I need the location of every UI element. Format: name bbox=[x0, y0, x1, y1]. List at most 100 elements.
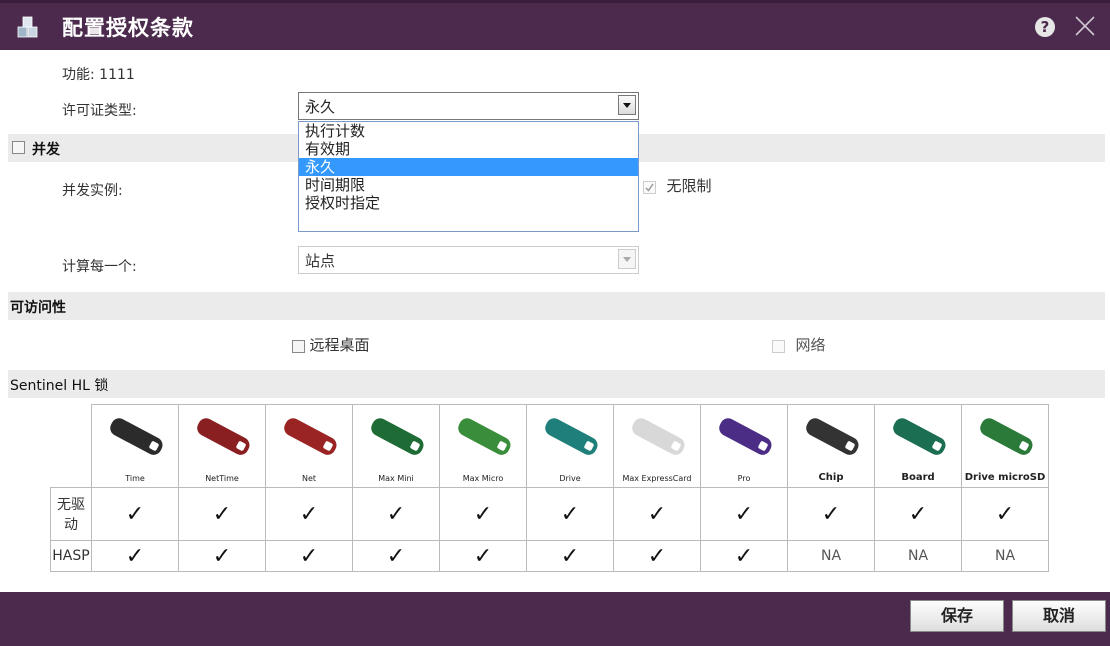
accessibility-section-title: 可访问性 bbox=[10, 300, 66, 316]
key-cell: Max Mini bbox=[352, 404, 440, 488]
network-option[interactable]: 网络 bbox=[772, 334, 825, 355]
check-mark-icon: ✓ bbox=[700, 540, 788, 572]
key-cell: Chip bbox=[787, 404, 875, 488]
dropdown-option[interactable]: 授权时指定 bbox=[299, 194, 638, 212]
key-cell: Net bbox=[265, 404, 353, 488]
key-name: Max ExpressCard bbox=[622, 474, 692, 483]
dropdown-option[interactable]: 执行计数 bbox=[299, 122, 638, 140]
check-mark-icon: ✓ bbox=[700, 487, 788, 541]
dropdown-option[interactable]: 时间期限 bbox=[299, 176, 638, 194]
unlimited-option[interactable]: 无限制 bbox=[643, 175, 711, 196]
network-label: 网络 bbox=[795, 336, 826, 354]
chevron-down-icon[interactable] bbox=[618, 95, 636, 115]
dialog-title: 配置授权条款 bbox=[62, 16, 194, 40]
key-name: Pro bbox=[737, 474, 751, 483]
key-name: Max Mini bbox=[378, 474, 414, 483]
check-mark-icon: ✓ bbox=[178, 540, 266, 572]
na-cell: NA bbox=[787, 540, 875, 572]
check-mark-icon: ✓ bbox=[439, 487, 527, 541]
corner-cell bbox=[51, 405, 92, 488]
usb-key-icon bbox=[545, 418, 598, 455]
key-image: Chip bbox=[788, 405, 874, 487]
check-mark-icon: ✓ bbox=[265, 487, 353, 541]
usb-key-icon bbox=[719, 418, 772, 455]
key-image: Pro bbox=[701, 405, 787, 487]
sentinel-keys-table: Time NetTime Net Max Mini Max Micro Drive Max … bbox=[50, 404, 1049, 572]
table-row: HASP ✓ ✓ ✓ ✓ ✓ ✓ ✓ ✓ NA NA NA bbox=[50, 540, 1049, 572]
dropdown-option[interactable]: 永久 bbox=[299, 158, 638, 176]
unlimited-checkbox[interactable] bbox=[643, 180, 656, 194]
usb-key-icon bbox=[197, 418, 250, 455]
check-mark-icon: ✓ bbox=[91, 540, 179, 572]
usb-key-icon bbox=[806, 418, 859, 455]
check-mark-icon: ✓ bbox=[91, 487, 179, 541]
app-blocks-icon bbox=[17, 16, 38, 38]
key-image: Net bbox=[266, 405, 352, 487]
key-cell: Drive bbox=[526, 404, 614, 488]
key-name: Net bbox=[301, 474, 317, 483]
license-type-value: 永久 bbox=[305, 98, 336, 116]
na-cell: NA bbox=[961, 540, 1049, 572]
concurrency-checkbox[interactable] bbox=[12, 141, 25, 154]
key-image: Board bbox=[875, 405, 961, 487]
key-image: Max Micro bbox=[440, 405, 526, 487]
help-icon[interactable]: ? bbox=[1035, 17, 1055, 37]
network-checkbox[interactable] bbox=[772, 339, 785, 353]
license-type-select[interactable]: 永久 bbox=[298, 92, 639, 120]
check-mark-icon: ✓ bbox=[613, 487, 701, 541]
license-type-dropdown-list[interactable]: 执行计数 有效期 永久 时间期限 授权时指定 bbox=[298, 121, 639, 232]
dialog-footer: 保存 取消 bbox=[0, 592, 1110, 646]
dropdown-option[interactable]: 有效期 bbox=[299, 140, 638, 158]
feature-value: 1111 bbox=[99, 67, 135, 83]
close-icon[interactable] bbox=[1072, 13, 1098, 39]
key-name: NetTime bbox=[205, 474, 239, 483]
remote-desktop-option[interactable]: 远程桌面 bbox=[292, 334, 369, 355]
key-name: Drive bbox=[559, 474, 581, 483]
count-each-label: 计算每一个: bbox=[62, 259, 137, 275]
key-image: Drive bbox=[527, 405, 613, 487]
key-name: Max Micro bbox=[462, 474, 504, 483]
key-name: Chip bbox=[818, 472, 844, 483]
key-cell: Time bbox=[91, 404, 179, 488]
unlimited-label: 无限制 bbox=[666, 177, 712, 195]
key-cell: Board bbox=[874, 404, 962, 488]
feature-field: 功能: 1111 bbox=[62, 64, 135, 84]
key-name: Drive microSD bbox=[964, 472, 1046, 483]
license-type-label: 许可证类型: bbox=[62, 103, 137, 119]
check-mark-icon: ✓ bbox=[874, 487, 962, 541]
check-mark-icon: ✓ bbox=[265, 540, 353, 572]
concurrent-instances-label: 并发实例: bbox=[62, 183, 123, 199]
usb-key-icon bbox=[371, 418, 424, 455]
key-images-row: Time NetTime Net Max Mini Max Micro Drive Max … bbox=[51, 404, 1049, 488]
remote-desktop-checkbox[interactable] bbox=[292, 339, 305, 353]
usb-key-icon bbox=[458, 418, 511, 455]
key-image: Max Mini bbox=[353, 405, 439, 487]
save-button[interactable]: 保存 bbox=[910, 600, 1004, 632]
row-label: 无驱动 bbox=[50, 487, 92, 541]
usb-key-icon bbox=[632, 418, 685, 455]
cancel-button[interactable]: 取消 bbox=[1012, 600, 1106, 632]
dialog-title-bar: 配置授权条款 ? bbox=[0, 0, 1110, 50]
check-mark-icon: ✓ bbox=[526, 540, 614, 572]
count-each-select[interactable]: 站点 bbox=[298, 246, 639, 274]
check-mark-icon: ✓ bbox=[178, 487, 266, 541]
key-image: Time bbox=[92, 405, 178, 487]
na-cell: NA bbox=[874, 540, 962, 572]
key-name: Time bbox=[125, 474, 145, 483]
concurrency-section-title: 并发 bbox=[32, 142, 60, 158]
key-image: Drive microSD bbox=[962, 405, 1048, 487]
usb-key-icon bbox=[284, 418, 337, 455]
accessibility-section-header: 可访问性 bbox=[8, 292, 1105, 320]
key-cell: Max Micro bbox=[439, 404, 527, 488]
key-name: Board bbox=[901, 472, 935, 483]
check-mark-icon: ✓ bbox=[961, 487, 1049, 541]
check-mark-icon: ✓ bbox=[787, 487, 875, 541]
sentinel-section-title: Sentinel HL 锁 bbox=[10, 378, 109, 394]
key-image: NetTime bbox=[179, 405, 265, 487]
chevron-down-icon[interactable] bbox=[618, 249, 636, 269]
check-mark-icon: ✓ bbox=[352, 540, 440, 572]
usb-key-icon bbox=[110, 418, 163, 455]
key-cell: Drive microSD bbox=[961, 404, 1049, 488]
key-cell: NetTime bbox=[178, 404, 266, 488]
check-mark-icon: ✓ bbox=[526, 487, 614, 541]
